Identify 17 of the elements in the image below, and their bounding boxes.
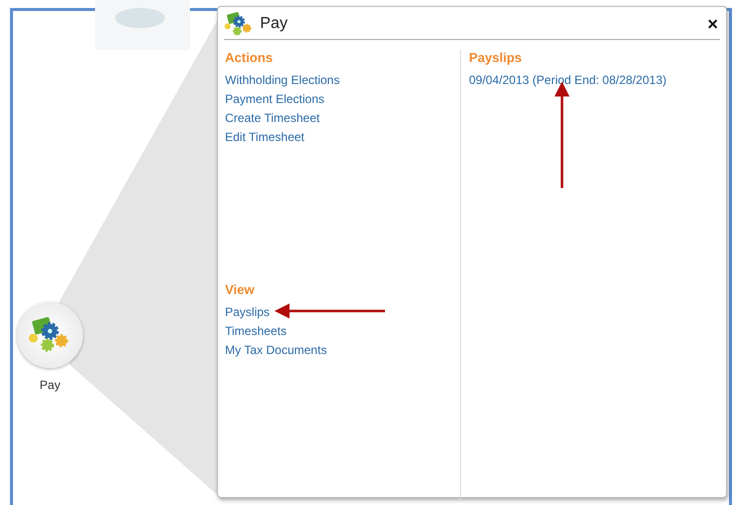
- menu-link[interactable]: Withholding Elections: [225, 71, 340, 90]
- section-heading: Payslips: [469, 50, 523, 66]
- section-heading: View: [225, 282, 256, 298]
- menu-link[interactable]: Edit Timesheet: [225, 128, 304, 147]
- popup-title: Pay: [260, 15, 289, 33]
- section-heading: Actions: [225, 50, 274, 66]
- menu-link[interactable]: Payslips: [225, 303, 270, 322]
- close-button[interactable]: ×: [705, 14, 720, 34]
- menu-link[interactable]: My Tax Documents: [225, 341, 327, 360]
- app-label: Pay: [40, 378, 60, 392]
- gears-icon: [224, 12, 254, 36]
- app-tile[interactable]: [17, 302, 83, 368]
- menu-link[interactable]: Create Timesheet: [225, 109, 320, 128]
- menu-link[interactable]: 09/04/2013 (Period End: 08/28/2013): [469, 71, 666, 90]
- blurred-icon: [95, 0, 190, 50]
- menu-link[interactable]: Timesheets: [225, 322, 287, 341]
- menu-link[interactable]: Payment Elections: [225, 90, 324, 109]
